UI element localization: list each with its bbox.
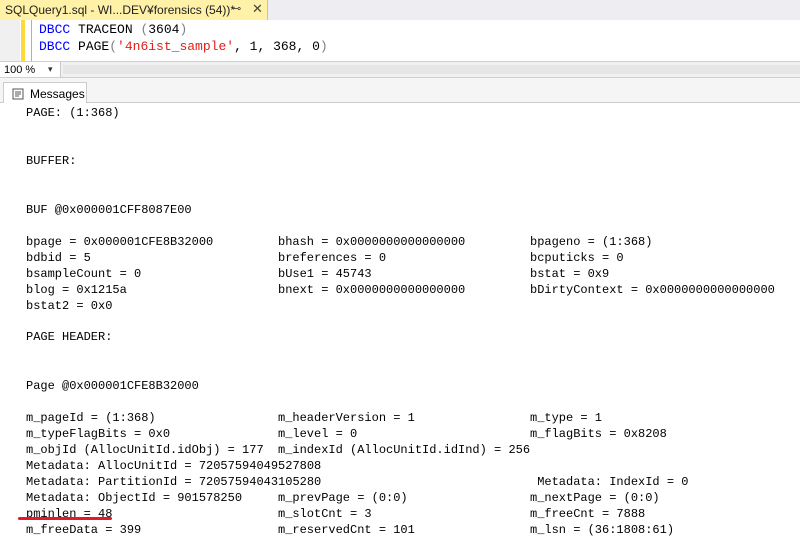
code-keyword: DBCC [39, 22, 71, 37]
horizontal-scrollbar[interactable] [63, 65, 800, 74]
output-field: m_typeFlagBits = 0x0 [26, 427, 171, 441]
output-field: bdbid = 5 [26, 251, 91, 265]
highlight-underline [18, 517, 112, 520]
output-field: bDirtyContext = 0x0000000000000000 [530, 283, 775, 297]
code-line-2[interactable]: DBCC PAGE('4n6ist_sample', 1, 368, 0) [39, 39, 328, 54]
output-field: m_flagBits = 0x8208 [530, 427, 667, 441]
buffer-heading: BUFFER: [26, 154, 77, 168]
messages-icon [12, 88, 24, 100]
code-paren: ) [179, 22, 188, 37]
outline-line [31, 20, 32, 61]
pin-icon[interactable]: ⊸ [232, 2, 241, 15]
code-text: PAGE [70, 39, 110, 54]
chevron-down-icon[interactable]: ▾ [48, 62, 53, 77]
output-field: bpage = 0x000001CFE8B32000 [26, 235, 214, 249]
output-field: blog = 0x1215a [26, 283, 127, 297]
output-field: m_indexId (AllocUnitId.idInd) = 256 [278, 443, 531, 457]
messages-output: PAGE: (1:368) BUFFER: BUF @0x000001CFF80… [0, 103, 800, 537]
buf-address: BUF @0x000001CFF8087E00 [26, 203, 192, 217]
output-field: bUse1 = 45743 [278, 267, 372, 281]
output-field: m_lsn = (36:1808:61) [530, 523, 675, 537]
output-field: bsampleCount = 0 [26, 267, 142, 281]
code-line-1[interactable]: DBCC TRACEON (3604) [39, 22, 187, 37]
document-tab-title: SQLQuery1.sql - WI...DEV¥forensics (54))… [5, 3, 236, 17]
output-field: m_objId (AllocUnitId.idObj) = 177 [26, 443, 264, 457]
output-field: bpageno = (1:368) [530, 235, 653, 249]
output-field: bcputicks = 0 [530, 251, 624, 265]
code-keyword: DBCC [39, 39, 71, 54]
output-field: Metadata: IndexId = 0 [530, 475, 689, 489]
query-editor[interactable]: DBCC TRACEON (3604) DBCC PAGE('4n6ist_sa… [0, 20, 800, 61]
output-field: Metadata: AllocUnitId = 7205759404952780… [26, 459, 322, 473]
zoom-bar: 100 % ▾ [0, 61, 800, 78]
messages-tab-label: Messages [30, 86, 85, 101]
results-tab-bar: Messages [0, 78, 800, 104]
output-field: m_nextPage = (0:0) [530, 491, 660, 505]
output-field: m_freeCnt = 7888 [530, 507, 646, 521]
code-string: '4n6ist_sample' [117, 39, 235, 54]
output-field: m_freeData = 399 [26, 523, 142, 537]
output-field: m_type = 1 [530, 411, 603, 425]
page-line: PAGE: (1:368) [26, 106, 120, 120]
document-tab-bar: SQLQuery1.sql - WI...DEV¥forensics (54))… [0, 0, 800, 20]
code-args: , 1, 368, 0 [234, 39, 320, 54]
page-header-heading: PAGE HEADER: [26, 330, 113, 344]
close-icon[interactable]: ✕ [252, 1, 263, 17]
output-field: m_reservedCnt = 101 [278, 523, 415, 537]
code-text: TRACEON [70, 22, 141, 37]
output-field: bstat2 = 0x0 [26, 299, 113, 313]
output-field: breferences = 0 [278, 251, 387, 265]
output-field: Metadata: PartitionId = 7205759404310528… [26, 475, 322, 489]
page-address: Page @0x000001CFE8B32000 [26, 379, 199, 393]
change-tracking-bar [21, 20, 25, 61]
tab-messages[interactable]: Messages [3, 82, 87, 104]
output-field: bstat = 0x9 [530, 267, 610, 281]
output-field: m_headerVersion = 1 [278, 411, 415, 425]
document-tab[interactable]: SQLQuery1.sql - WI...DEV¥forensics (54))… [0, 0, 268, 20]
code-arg: 3604 [148, 22, 180, 37]
zoom-select[interactable]: 100 % ▾ [0, 62, 61, 77]
editor-margin [0, 20, 20, 61]
output-field: Metadata: ObjectId = 901578250 [26, 491, 243, 505]
output-field: m_slotCnt = 3 [278, 507, 372, 521]
output-field: bhash = 0x0000000000000000 [278, 235, 466, 249]
output-field: bnext = 0x0000000000000000 [278, 283, 466, 297]
output-field: m_pageId = (1:368) [26, 411, 156, 425]
output-field: m_prevPage = (0:0) [278, 491, 408, 505]
zoom-value: 100 % [4, 63, 36, 76]
output-field: m_level = 0 [278, 427, 358, 441]
code-paren: ( [109, 39, 118, 54]
code-paren: ) [319, 39, 328, 54]
